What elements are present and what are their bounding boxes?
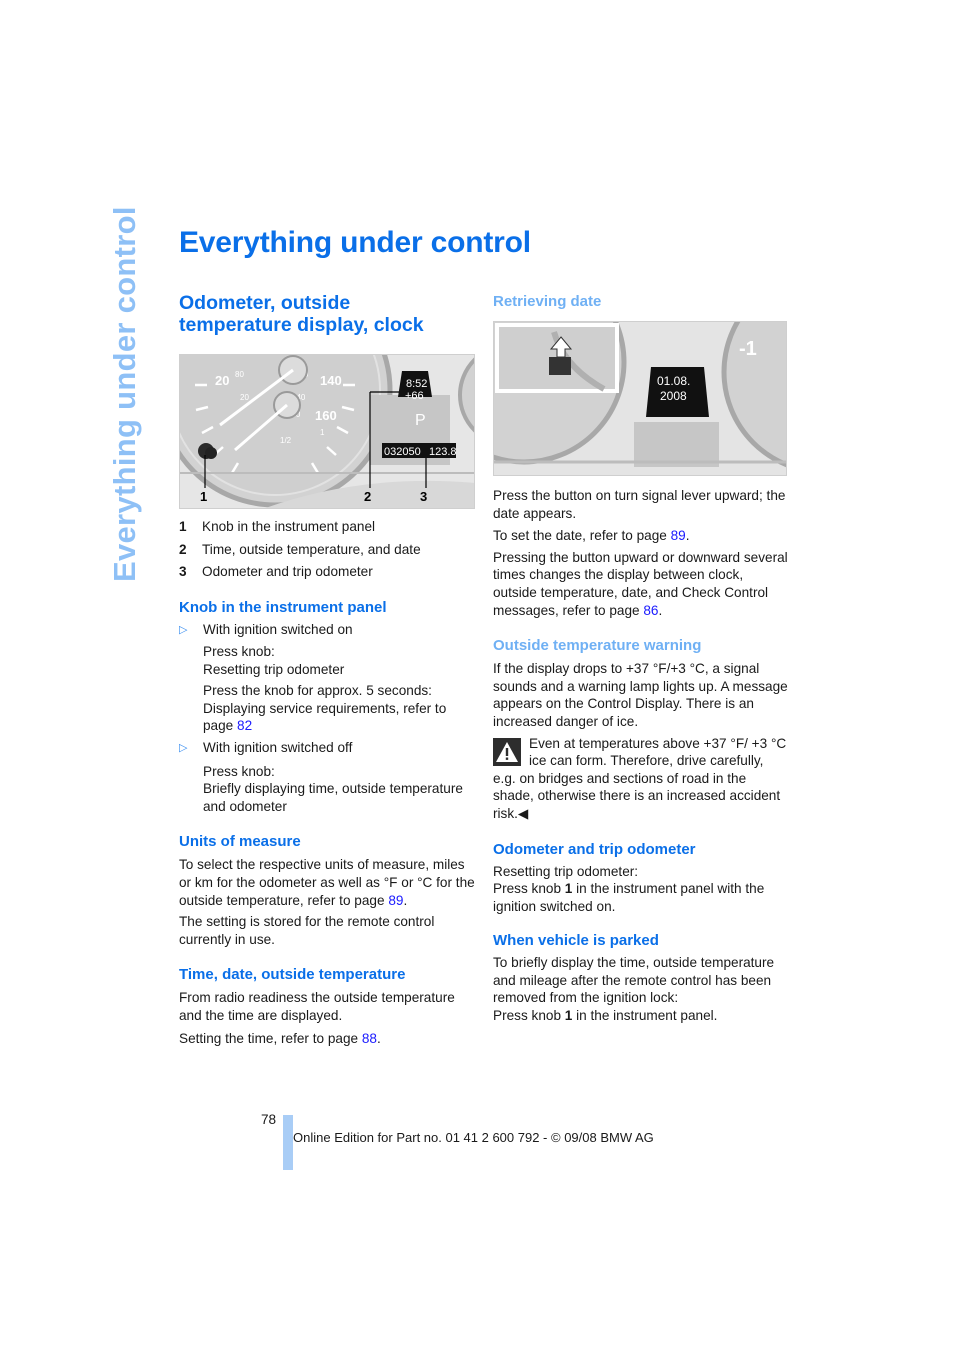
callout-2: 2 — [364, 489, 371, 504]
svg-text:01.08.: 01.08. — [657, 374, 690, 388]
side-tab-label: Everything under control — [107, 206, 142, 582]
bullet-triangle-icon: ▷ — [179, 742, 188, 755]
page-link-86[interactable]: 86 — [643, 603, 658, 618]
svg-text:20: 20 — [240, 393, 249, 402]
page-link-89[interactable]: 89 — [671, 528, 686, 543]
svg-text:032050: 032050 — [384, 446, 421, 458]
gauge-label: 160 — [315, 408, 337, 423]
right-column: Retrieving date 01.08. 2008 -1 Press the… — [493, 290, 789, 1025]
svg-text:1: 1 — [320, 428, 325, 437]
bullet-ignition-off: ▷ With ignition switched off — [179, 739, 475, 758]
gauge-label: 20 — [215, 373, 229, 388]
figure-legend: 1 Knob in the instrument panel 2 Time, o… — [179, 518, 475, 586]
page-link-82[interactable]: 82 — [237, 718, 252, 733]
bullet-ignition-on: ▷ With ignition switched on — [179, 621, 475, 640]
callout-3: 3 — [420, 489, 427, 504]
instrument-cluster-illustration: 20 140 160 80 20 220 240 260 1/2 1 — [180, 355, 474, 508]
svg-text:+66: +66 — [405, 390, 424, 402]
page-link-88[interactable]: 88 — [362, 1031, 377, 1046]
warning-notice: Even at temperatures above +37 °F/ +3 °C… — [493, 735, 787, 821]
page-number: 78 — [261, 1112, 277, 1127]
odometer-heading: Odometer and trip odometer — [493, 840, 696, 858]
gauge-label: 140 — [320, 373, 342, 388]
legend-item: 1 Knob in the instrument panel — [179, 519, 376, 534]
page-title: Everything under control — [179, 226, 531, 259]
retrieving-date-heading: Retrieving date — [493, 293, 602, 310]
temp-warning-heading: Outside temperature warning — [493, 637, 702, 655]
side-tab-chapter: Everything under control — [107, 206, 152, 582]
units-heading: Units of measure — [179, 833, 301, 851]
date-display-illustration: 01.08. 2008 -1 — [494, 322, 786, 475]
svg-text:1/2: 1/2 — [280, 436, 292, 445]
svg-text:80: 80 — [235, 370, 244, 379]
svg-text:2008: 2008 — [660, 389, 687, 403]
end-of-section-icon: ◀ — [517, 805, 529, 821]
bullet-triangle-icon: ▷ — [179, 623, 188, 636]
time-date-heading: Time, date, outside temperature — [179, 966, 406, 984]
legend-item: 3 Odometer and trip odometer — [179, 564, 373, 579]
parked-heading: When vehicle is parked — [493, 932, 659, 950]
warning-triangle-icon — [493, 737, 521, 766]
svg-text:P: P — [415, 412, 426, 429]
svg-text:-1: -1 — [739, 338, 757, 360]
instrument-cluster-figure: 20 140 160 80 20 220 240 260 1/2 1 — [179, 354, 475, 509]
footer-edition-text: Online Edition for Part no. 01 41 2 600 … — [293, 1130, 654, 1145]
left-column: Odometer, outside temperature display, c… — [179, 290, 475, 1047]
date-display-figure: 01.08. 2008 -1 — [493, 321, 787, 476]
footer-accent-bar — [283, 1115, 293, 1170]
turn-signal-lever — [549, 357, 571, 375]
page-link-89[interactable]: 89 — [388, 893, 403, 908]
legend-item: 2 Time, outside temperature, and date — [179, 541, 421, 557]
section-title: Odometer, outside temperature display, c… — [179, 292, 424, 336]
callout-1: 1 — [200, 489, 207, 504]
svg-text:8:52: 8:52 — [406, 378, 427, 390]
svg-text:123.8: 123.8 — [429, 446, 457, 458]
knob-heading: Knob in the instrument panel — [179, 598, 387, 616]
